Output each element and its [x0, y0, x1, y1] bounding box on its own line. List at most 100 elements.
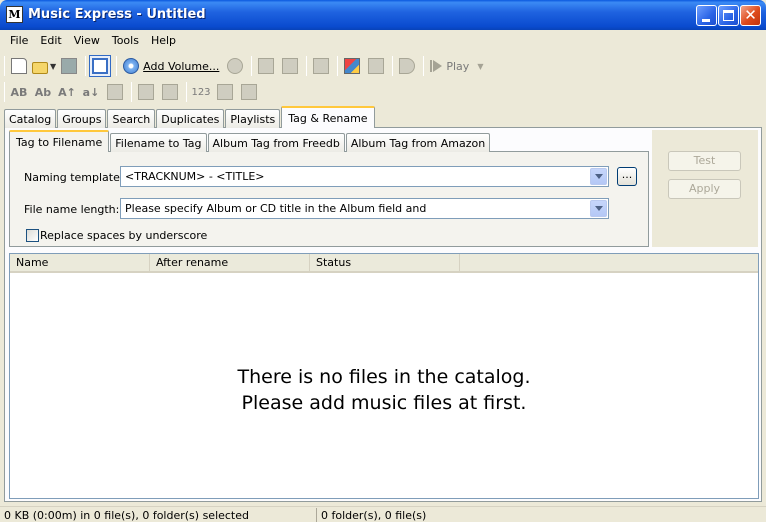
tab-tag-to-filename[interactable]: Tag to Filename: [9, 130, 110, 152]
test-button[interactable]: Test: [668, 151, 741, 171]
toolbar-grip: [4, 82, 5, 102]
play-button[interactable]: Play ▼: [427, 55, 486, 77]
cover-art-button[interactable]: [341, 55, 363, 77]
file-name-length-value: Please specify Album or CD title in the …: [125, 202, 427, 215]
tab-album-tag-amazon[interactable]: Album Tag from Amazon: [345, 133, 491, 152]
tab-duplicates[interactable]: Duplicates: [156, 109, 225, 128]
combo-dropdown-button[interactable]: [590, 168, 607, 185]
save-button[interactable]: [58, 55, 80, 77]
forward-tool-button[interactable]: [396, 55, 418, 77]
naming-template-combo[interactable]: <TRACKNUM> - <TITLE>: [120, 166, 609, 187]
list-header: Name After rename Status: [10, 254, 758, 273]
toolbar-grip: [4, 56, 5, 76]
play-bar-icon: [430, 60, 433, 72]
tab-playlists[interactable]: Playlists: [225, 109, 281, 128]
main-tabs: Catalog Groups Search Duplicates Playlis…: [4, 106, 376, 128]
chevron-down-icon: ▼: [50, 61, 57, 71]
chevron-down-icon: [594, 206, 603, 211]
copy-icon: [258, 58, 275, 74]
new-file-icon: [11, 58, 27, 74]
close-button[interactable]: ✕: [740, 5, 761, 26]
paste-tag-button[interactable]: [159, 81, 181, 103]
window-title: Music Express - Untitled: [28, 7, 206, 22]
status-selection: 0 KB (0:00m) in 0 file(s), 0 folder(s) s…: [4, 509, 249, 522]
app-icon[interactable]: M: [6, 6, 23, 23]
tab-groups[interactable]: Groups: [57, 109, 107, 128]
new-button[interactable]: [8, 55, 30, 77]
add-volume-label: Add Volume...: [143, 59, 220, 73]
tab-tag-rename[interactable]: Tag & Rename: [281, 106, 375, 128]
capitalize-button[interactable]: A↑: [56, 81, 78, 103]
tab-catalog[interactable]: Catalog: [4, 109, 57, 128]
export-icon: [282, 58, 299, 74]
play-label: Play: [446, 59, 470, 73]
maximize-button[interactable]: [718, 5, 739, 26]
sub-tabs: Tag to Filename Filename to Tag Album Ta…: [9, 130, 491, 152]
report-icon: [368, 58, 385, 74]
copy-icon: [138, 84, 154, 100]
file-name-length-label: File name length:: [24, 203, 120, 216]
replace-spaces-label[interactable]: Replace spaces by underscore: [40, 229, 207, 242]
apply-button[interactable]: Apply: [668, 179, 741, 199]
toolbar-separator: [85, 56, 87, 76]
report-tool-button[interactable]: [365, 55, 387, 77]
rename-list[interactable]: Name After rename Status There is no fil…: [9, 253, 759, 499]
column-status[interactable]: Status: [310, 254, 460, 271]
toolbar-separator: [186, 82, 187, 102]
export-tool-button[interactable]: [279, 55, 301, 77]
add-volume-button[interactable]: Add Volume...: [120, 55, 222, 77]
toolbar-separator: [423, 56, 425, 76]
titlecase-button[interactable]: Ab: [32, 81, 54, 103]
copy-tag-button[interactable]: [135, 81, 157, 103]
column-name[interactable]: Name: [10, 254, 150, 271]
auto-number-button[interactable]: [214, 81, 236, 103]
menu-view[interactable]: View: [68, 34, 106, 47]
menu-help[interactable]: Help: [145, 34, 182, 47]
column-after-rename[interactable]: After rename: [150, 254, 310, 271]
open-folder-icon: [32, 61, 48, 74]
copy-tool-button[interactable]: [255, 55, 277, 77]
upload-tool-button[interactable]: [310, 55, 332, 77]
menu-bar: File Edit View Tools Help: [4, 30, 762, 50]
menu-edit[interactable]: Edit: [34, 34, 67, 47]
document-icon: [107, 84, 123, 100]
file-name-length-combo[interactable]: Please specify Album or CD title in the …: [120, 198, 609, 219]
toolbar-separator: [116, 56, 118, 76]
empty-message-line1: There is no files in the catalog.: [237, 366, 531, 388]
track-number-button[interactable]: 123: [190, 81, 212, 103]
open-button[interactable]: ▼: [32, 55, 56, 77]
image-icon: [344, 58, 361, 74]
empty-message: There is no files in the catalog. Please…: [10, 364, 758, 416]
minimize-icon: [702, 19, 710, 22]
refresh-icon: [241, 84, 257, 100]
tab-search[interactable]: Search: [107, 109, 156, 128]
refresh-tag-button[interactable]: [238, 81, 260, 103]
status-divider: [316, 508, 317, 522]
menu-file[interactable]: File: [4, 34, 34, 47]
combo-dropdown-button[interactable]: [590, 200, 607, 217]
chevron-down-icon: [594, 174, 603, 179]
tab-filename-to-tag[interactable]: Filename to Tag: [110, 133, 207, 152]
sparkle-icon: [217, 84, 233, 100]
document-tool-button[interactable]: [104, 81, 126, 103]
title-bar: M Music Express - Untitled ✕: [0, 0, 766, 30]
tab-album-tag-freedb[interactable]: Album Tag from Freedb: [207, 133, 345, 152]
properties-icon: [92, 58, 109, 74]
main-toolbar: ▼ Add Volume... Play ▼: [4, 53, 488, 79]
replace-spaces-checkbox[interactable]: [26, 229, 39, 242]
minimize-button[interactable]: [696, 5, 717, 26]
browse-template-button[interactable]: ...: [617, 167, 637, 186]
toolbar-separator: [131, 82, 132, 102]
disc-icon: [227, 58, 244, 74]
uppercase-button[interactable]: AB: [8, 81, 30, 103]
toolbar-separator: [306, 56, 308, 76]
properties-button[interactable]: [89, 55, 112, 77]
naming-template-label: Naming template:: [24, 171, 124, 184]
status-bar: 0 KB (0:00m) in 0 file(s), 0 folder(s) s…: [0, 506, 766, 522]
case-toolbar: AB Ab A↑ a↓ 123: [4, 79, 262, 105]
lowercase-button[interactable]: a↓: [80, 81, 102, 103]
empty-message-line2: Please add music files at first.: [241, 392, 527, 414]
chevron-down-icon: ▼: [477, 61, 484, 71]
menu-tools[interactable]: Tools: [106, 34, 145, 47]
remove-volume-button[interactable]: [224, 55, 246, 77]
